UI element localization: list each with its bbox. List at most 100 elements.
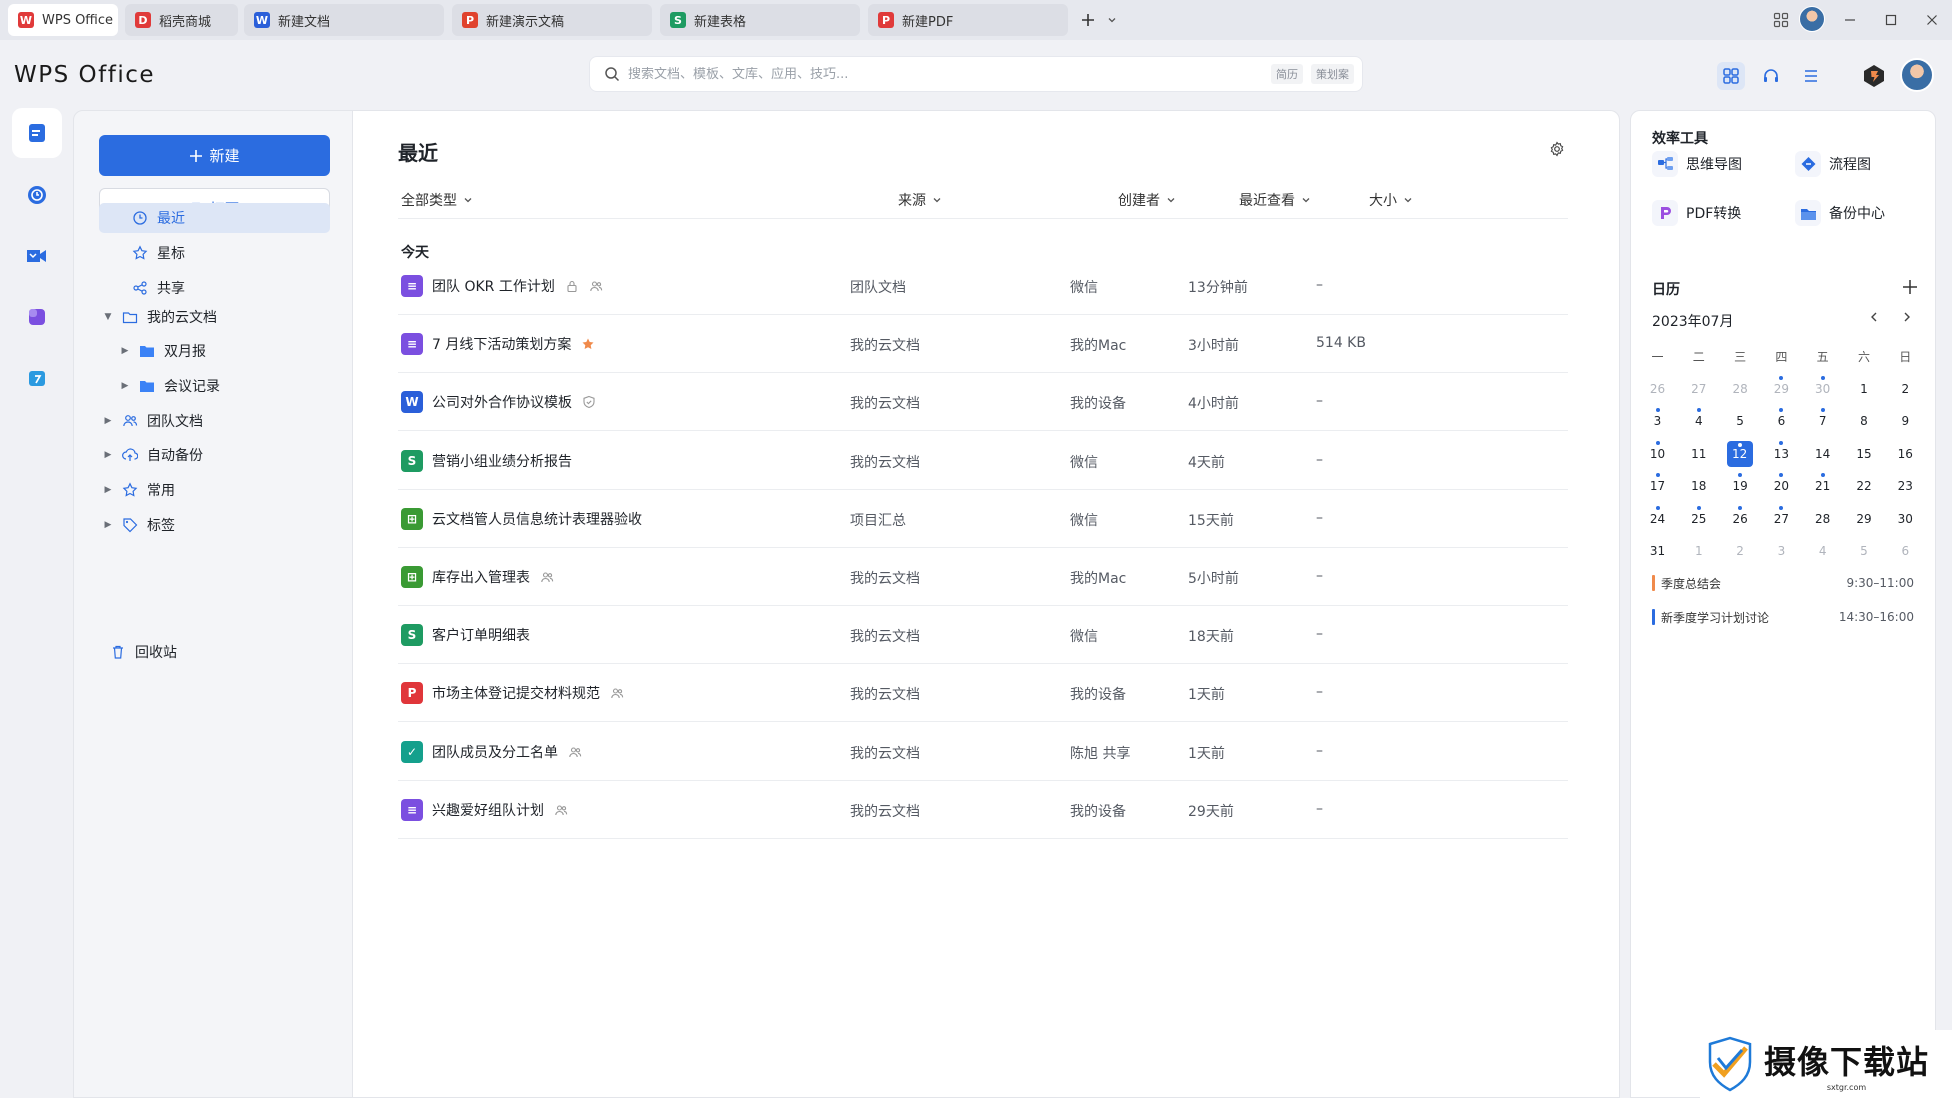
file-row[interactable]: ≡ 7 月线下活动策划方案 我的云文档 我的Mac 3小时前 514 KB [398, 315, 1568, 374]
tab-item-4[interactable]: S 新建表格 [660, 4, 860, 36]
column-sort-size[interactable]: 大小 [1369, 190, 1413, 210]
calendar-day[interactable]: 26 [1641, 376, 1674, 402]
caret-right-icon[interactable]: ▶ [101, 416, 115, 426]
calendar-event[interactable]: 季度总结会 9:30–11:00 [1652, 574, 1914, 592]
calendar-day[interactable]: 8 [1847, 408, 1880, 434]
membership-badge-icon[interactable] [1860, 62, 1888, 90]
add-event-icon[interactable] [1902, 279, 1918, 299]
grid-apps-icon[interactable] [1769, 8, 1793, 32]
file-row[interactable]: ≡ 兴趣爱好组队计划 我的云文档 我的设备 29天前 – [398, 781, 1568, 839]
file-name[interactable]: 营销小组业绩分析报告 [432, 451, 572, 471]
calendar-day[interactable]: 4 [1806, 538, 1839, 564]
file-name[interactable]: 公司对外合作协议模板 [432, 392, 572, 412]
column-filter-source[interactable]: 来源 [898, 190, 942, 210]
rail-calendar-icon[interactable] [12, 353, 62, 403]
calendar-day[interactable]: 6 [1889, 538, 1922, 564]
file-name[interactable]: 库存出入管理表 [432, 567, 530, 587]
column-sort-viewed[interactable]: 最近查看 [1239, 190, 1311, 210]
caret-right-icon[interactable]: ▶ [118, 346, 132, 356]
new-button[interactable]: 新建 [99, 135, 330, 176]
file-name[interactable]: 市场主体登记提交材料规范 [432, 683, 600, 703]
calendar-day[interactable]: 18 [1682, 473, 1715, 499]
rail-documents-icon[interactable] [12, 108, 62, 158]
file-row[interactable]: S 营销小组业绩分析报告 我的云文档 微信 4天前 – [398, 432, 1568, 490]
calendar-day[interactable]: 30 [1889, 506, 1922, 532]
rail-clock-icon[interactable] [12, 170, 62, 220]
file-row[interactable]: ≡ 团队 OKR 工作计划 团队文档 微信 13分钟前 – [398, 257, 1568, 315]
calendar-day[interactable]: 27 [1765, 505, 1798, 532]
calendar-day[interactable]: 3 [1641, 408, 1674, 434]
star-filled-icon[interactable] [581, 337, 595, 351]
file-row[interactable]: P 市场主体登记提交材料规范 我的云文档 我的设备 1天前 – [398, 664, 1568, 723]
calendar-day[interactable]: 26 [1724, 505, 1757, 532]
calendar-day[interactable]: 19 [1724, 473, 1757, 499]
tab-item-2[interactable]: W 新建文档 [244, 4, 444, 36]
next-month-icon[interactable] [1901, 311, 1913, 327]
caret-right-icon[interactable]: ▶ [101, 520, 115, 530]
search-chip-resume[interactable]: 简历 [1271, 64, 1303, 84]
caret-right-icon[interactable]: ▶ [101, 450, 115, 460]
sidebar-item-starred[interactable]: 星标 [99, 238, 330, 268]
tool-pdf-convert[interactable]: PDF转换 [1652, 200, 1741, 226]
file-name[interactable]: 客户订单明细表 [432, 625, 530, 645]
rail-apps-icon[interactable] [12, 292, 62, 342]
calendar-day[interactable]: 1 [1847, 376, 1880, 402]
rail-meeting-icon[interactable] [12, 231, 62, 281]
calendar-day[interactable]: 4 [1682, 408, 1715, 434]
tree-item-4[interactable]: ▶ 自动备份 [101, 440, 203, 470]
calendar-day[interactable]: 10 [1641, 440, 1674, 467]
sidebar-item-recent[interactable]: 最近 [99, 203, 330, 233]
sidebar-item-trash[interactable]: 回收站 [109, 637, 177, 667]
calendar-day[interactable]: 11 [1682, 441, 1715, 467]
tree-item-6[interactable]: ▶ 标签 [101, 510, 175, 540]
tool-flowchart[interactable]: 流程图 [1795, 151, 1871, 177]
calendar-day[interactable]: 23 [1889, 473, 1922, 499]
headset-support-icon[interactable] [1757, 62, 1785, 90]
calendar-day[interactable]: 3 [1765, 538, 1798, 564]
caret-down-icon[interactable]: ▼ [101, 312, 115, 322]
file-row[interactable]: ⊞ 云文档管人员信息统计表理器验收 项目汇总 微信 15天前 – [398, 490, 1568, 548]
settings-gear-icon[interactable] [1549, 141, 1565, 161]
file-name[interactable]: 团队 OKR 工作计划 [432, 276, 555, 296]
tab-item-3[interactable]: P 新建演示文稿 [452, 4, 652, 36]
tool-mindmap[interactable]: 思维导图 [1652, 151, 1742, 177]
column-filter-creator[interactable]: 创建者 [1118, 190, 1176, 210]
calendar-day[interactable]: 2 [1889, 376, 1922, 402]
calendar-day[interactable]: 2 [1724, 538, 1757, 564]
grid-view-icon[interactable] [1717, 62, 1745, 90]
caret-right-icon[interactable]: ▶ [101, 485, 115, 495]
calendar-event[interactable]: 新季度学习计划讨论 14:30–16:00 [1652, 608, 1914, 626]
calendar-day[interactable]: 13 [1765, 440, 1798, 467]
calendar-day[interactable]: 9 [1889, 408, 1922, 434]
tool-backup-center[interactable]: 备份中心 [1795, 200, 1885, 226]
tab-item-1[interactable]: D 稻壳商城 [125, 4, 238, 36]
calendar-day-selected[interactable]: 12 [1726, 440, 1753, 467]
file-name[interactable]: 团队成员及分工名单 [432, 742, 558, 762]
calendar-day[interactable]: 1 [1682, 538, 1715, 564]
tab-bar-avatar[interactable] [1799, 6, 1825, 32]
prev-month-icon[interactable] [1868, 311, 1880, 327]
tab-wps-home[interactable]: W WPS Office [8, 4, 118, 36]
calendar-day[interactable]: 28 [1806, 506, 1839, 532]
tree-item-3[interactable]: ▶ 团队文档 [101, 406, 203, 436]
tree-item-2[interactable]: ▶ 会议记录 [118, 371, 220, 401]
calendar-day[interactable]: 29 [1847, 506, 1880, 532]
user-avatar[interactable] [1900, 58, 1934, 92]
file-row[interactable]: ✓ 团队成员及分工名单 我的云文档 陈旭 共享 1天前 – [398, 723, 1568, 781]
calendar-day[interactable]: 31 [1641, 538, 1674, 564]
calendar-day[interactable]: 29 [1765, 375, 1798, 402]
file-row[interactable]: W 公司对外合作协议模板 我的云文档 我的设备 4小时前 – [398, 373, 1568, 432]
calendar-day[interactable]: 27 [1682, 376, 1715, 402]
file-row[interactable]: ⊞ 库存出入管理表 我的云文档 我的Mac 5小时前 – [398, 548, 1568, 606]
calendar-day[interactable]: 6 [1765, 408, 1798, 434]
calendar-day[interactable]: 17 [1641, 473, 1674, 499]
new-tab-icon[interactable] [1076, 8, 1100, 32]
file-row[interactable]: S 客户订单明细表 我的云文档 微信 18天前 – [398, 606, 1568, 665]
calendar-day[interactable]: 7 [1806, 408, 1839, 434]
calendar-day[interactable]: 22 [1847, 473, 1880, 499]
menu-icon[interactable] [1797, 62, 1825, 90]
search-input[interactable] [628, 66, 1271, 82]
calendar-day[interactable]: 16 [1889, 441, 1922, 467]
maximize-icon[interactable] [1879, 8, 1903, 32]
file-name[interactable]: 7 月线下活动策划方案 [432, 334, 571, 354]
